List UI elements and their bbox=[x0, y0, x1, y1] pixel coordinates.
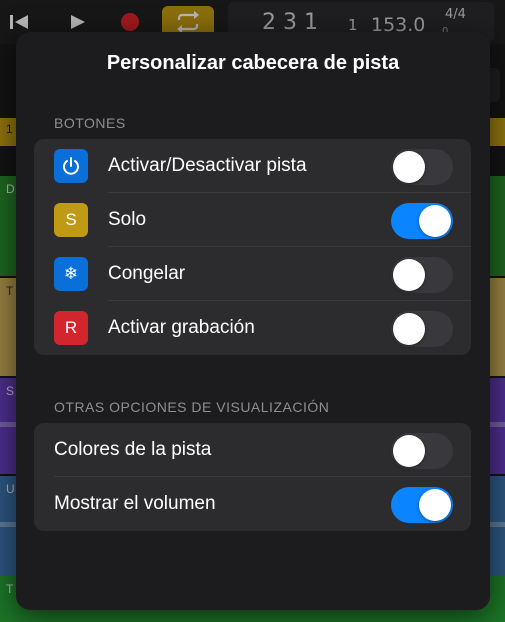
toggle-knob bbox=[393, 259, 425, 291]
toggle-knob bbox=[393, 313, 425, 345]
customize-track-header-popover: Personalizar cabecera de pista BOTONES A… bbox=[16, 32, 490, 610]
toggle-knob bbox=[419, 205, 451, 237]
row-label: Congelar bbox=[108, 263, 186, 284]
solo-toggle[interactable] bbox=[391, 203, 453, 239]
display-group: Colores de la pista Mostrar el volumen bbox=[34, 423, 471, 531]
freeze-toggle[interactable] bbox=[391, 257, 453, 293]
toggle-knob bbox=[393, 151, 425, 183]
toggle-knob bbox=[419, 489, 451, 521]
row-label: Activar grabación bbox=[108, 317, 255, 338]
record-enable-toggle[interactable] bbox=[391, 311, 453, 347]
track-on-off-toggle[interactable] bbox=[391, 149, 453, 185]
row-track-on-off[interactable]: Activar/Desactivar pista bbox=[34, 139, 471, 193]
solo-icon: S bbox=[54, 203, 88, 237]
record-enable-icon: R bbox=[54, 311, 88, 345]
toggle-knob bbox=[393, 435, 425, 467]
snowflake-icon: ❄ bbox=[54, 257, 88, 291]
popover-title: Personalizar cabecera de pista bbox=[106, 52, 400, 74]
section-header-buttons: BOTONES bbox=[54, 115, 126, 131]
power-icon bbox=[54, 149, 88, 183]
show-volume-toggle[interactable] bbox=[391, 487, 453, 523]
buttons-group: Activar/Desactivar pista S Solo ❄ Congel… bbox=[34, 139, 471, 355]
track-colors-toggle[interactable] bbox=[391, 433, 453, 469]
row-track-colors[interactable]: Colores de la pista bbox=[34, 423, 471, 477]
row-label: Mostrar el volumen bbox=[54, 493, 216, 514]
row-solo[interactable]: S Solo bbox=[34, 193, 471, 247]
row-label: Colores de la pista bbox=[54, 439, 212, 460]
row-show-volume[interactable]: Mostrar el volumen bbox=[34, 477, 471, 531]
row-record-enable[interactable]: R Activar grabación bbox=[34, 301, 471, 355]
row-label: Activar/Desactivar pista bbox=[108, 155, 307, 176]
row-label: Solo bbox=[108, 209, 147, 230]
row-freeze[interactable]: ❄ Congelar bbox=[34, 247, 471, 301]
section-header-display: OTRAS OPCIONES DE VISUALIZACIÓN bbox=[54, 399, 330, 415]
